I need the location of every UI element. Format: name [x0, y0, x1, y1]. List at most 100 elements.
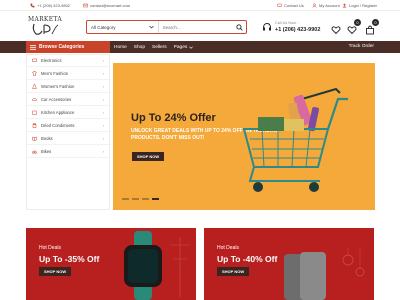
- browse-categories-label: Browse Categories: [39, 44, 85, 50]
- sidebar-item-car-accessories[interactable]: Car Accessories ›: [27, 94, 111, 106]
- chevron-down-icon: [189, 45, 194, 49]
- slider-dot[interactable]: [122, 198, 129, 200]
- wishlist-count-badge: 0: [354, 19, 361, 26]
- smartwatch-illustration: [124, 231, 190, 300]
- chat-icon: [277, 3, 282, 7]
- slider-dot[interactable]: [142, 198, 149, 200]
- header-phone[interactable]: Call Us Now : +1 (206) 423-9902: [262, 20, 322, 36]
- sidebar-item-label: Car Accessories: [41, 97, 72, 102]
- car-icon: [32, 98, 37, 101]
- user-icon: [312, 3, 317, 8]
- sidebar-item-womens-fashion[interactable]: Women's Fashion ›: [27, 81, 111, 93]
- chevron-right-icon: ›: [102, 97, 104, 102]
- promo-headline: Up To -35% Off: [39, 254, 100, 264]
- sidebar-item-label: Electronics: [41, 58, 62, 63]
- sidebar-item-label: Women's Fashion: [41, 84, 75, 89]
- chevron-right-icon: ›: [102, 136, 104, 141]
- chevron-right-icon: ›: [102, 110, 104, 115]
- book-icon: [32, 136, 37, 141]
- nav-links: Home Shop Sellers Pages: [114, 41, 194, 53]
- search-bar: All Category: [86, 20, 247, 34]
- power-bank-illustration: [284, 248, 365, 300]
- topbar-contact-link[interactable]: Contact Us: [277, 3, 304, 8]
- shopping-cart-illustration: [242, 87, 348, 192]
- chevron-right-icon: ›: [102, 84, 104, 89]
- site-logo[interactable]: MARKETA: [28, 16, 62, 36]
- phone-icon: [30, 3, 35, 8]
- search-icon: [235, 23, 243, 31]
- heart-icon: [331, 26, 341, 35]
- slider-pagination: [122, 198, 159, 200]
- topbar-account-link[interactable]: My Account: [312, 3, 340, 8]
- sidebar-item-kitchen-appliance[interactable]: Kitchen Appliance ›: [27, 107, 111, 119]
- sidebar-item-electronics[interactable]: Electronics ›: [27, 55, 111, 67]
- main-nav: Browse Categories Home Shop Sellers Page…: [0, 41, 400, 53]
- jar-icon: [32, 123, 37, 128]
- cart-count-badge: 0: [372, 19, 379, 26]
- topbar-account-text: My Account: [319, 3, 340, 8]
- shirt-icon: [32, 71, 37, 76]
- topbar-contact-text: Contact Us: [284, 3, 304, 8]
- promo-tag: Hot Deals: [39, 245, 61, 251]
- chevron-right-icon: ›: [102, 123, 104, 128]
- header-phone-number: +1 (206) 423-9902: [275, 27, 321, 33]
- topbar-phone[interactable]: +1 (206) 423-9802: [30, 3, 70, 8]
- sidebar-item-label: Dried Condiments: [41, 123, 75, 128]
- search-button[interactable]: [232, 21, 246, 33]
- nav-link-shop[interactable]: Shop: [134, 45, 145, 50]
- promo-headline: Up To -40% Off: [217, 254, 278, 264]
- kitchen-icon: [32, 110, 37, 115]
- browse-categories-button[interactable]: Browse Categories: [26, 41, 110, 53]
- electronics-icon: [32, 58, 37, 62]
- wishlist-button[interactable]: [331, 22, 341, 35]
- mail-icon: [83, 3, 88, 8]
- nav-link-home[interactable]: Home: [114, 45, 127, 50]
- nav-link-pages[interactable]: Pages: [174, 45, 188, 50]
- menu-icon: [30, 44, 36, 50]
- slider-dot[interactable]: [132, 198, 139, 200]
- chevron-right-icon: ›: [102, 58, 104, 63]
- compare-button[interactable]: 0: [347, 19, 361, 35]
- sidebar-item-label: Men's Fashion: [41, 71, 69, 76]
- topbar-email-text: contact@ecomart.com: [90, 3, 131, 8]
- nav-link-sellers[interactable]: Sellers: [152, 45, 167, 50]
- category-select[interactable]: All Category: [87, 21, 159, 33]
- login-icon: [342, 3, 347, 8]
- sidebar-item-dried-condiments[interactable]: Dried Condiments ›: [27, 120, 111, 132]
- chevron-right-icon: ›: [102, 71, 104, 76]
- sidebar-item-label: Books: [41, 136, 53, 141]
- topbar-login-link[interactable]: Login / Register: [342, 3, 377, 8]
- topbar-login-text: Login / Register: [349, 3, 378, 8]
- sidebar-item-books[interactable]: Books ›: [27, 133, 111, 145]
- slider-dot-active[interactable]: [152, 198, 159, 200]
- dress-icon: [32, 84, 37, 89]
- topbar-email[interactable]: contact@ecomart.com: [83, 3, 130, 8]
- category-sidebar: Electronics › Men's Fashion › Women's Fash…: [26, 54, 111, 210]
- promo-banner-powerbank[interactable]: Hot Deals Up To -40% Off SHOP NOW: [204, 228, 374, 300]
- top-bar: +1 (206) 423-9802 contact@ecomart.com Co…: [0, 0, 400, 11]
- headset-icon: [263, 23, 271, 31]
- search-input[interactable]: [158, 21, 233, 33]
- promo-banner-watch[interactable]: Hot Deals Up To -35% Off SHOP NOW: [26, 228, 196, 300]
- header-phone-label: Call Us Now :: [275, 21, 298, 25]
- promo-shop-now-button[interactable]: SHOP NOW: [39, 267, 72, 276]
- bag-icon: [366, 25, 374, 35]
- sidebar-item-bikes[interactable]: Bikes ›: [27, 146, 111, 158]
- cart-button[interactable]: 0: [365, 19, 379, 35]
- sidebar-item-label: Kitchen Appliance: [41, 110, 75, 115]
- logo-mark-icon: [32, 23, 59, 35]
- promo-tag: Hot Deals: [217, 245, 239, 251]
- chevron-right-icon: ›: [102, 149, 104, 154]
- sidebar-item-mens-fashion[interactable]: Men's Fashion ›: [27, 68, 111, 80]
- category-select-value: All Category: [91, 24, 116, 30]
- sidebar-item-label: Bikes: [41, 149, 52, 154]
- topbar-phone-text: +1 (206) 423-9802: [37, 3, 71, 8]
- promo-shop-now-button[interactable]: SHOP NOW: [217, 267, 250, 276]
- heart-outline-icon: [347, 26, 357, 35]
- hero-headline: Up To 24% Offer: [131, 112, 216, 124]
- track-order-link[interactable]: Track Order: [349, 44, 374, 49]
- hero-shop-now-button[interactable]: SHOP NOW: [132, 152, 165, 161]
- hero-slider[interactable]: Up To 24% Offer UNLOCK GREAT DEALS WITH …: [113, 63, 375, 210]
- bike-icon: [32, 150, 37, 154]
- logo-text: MARKETA: [28, 16, 62, 23]
